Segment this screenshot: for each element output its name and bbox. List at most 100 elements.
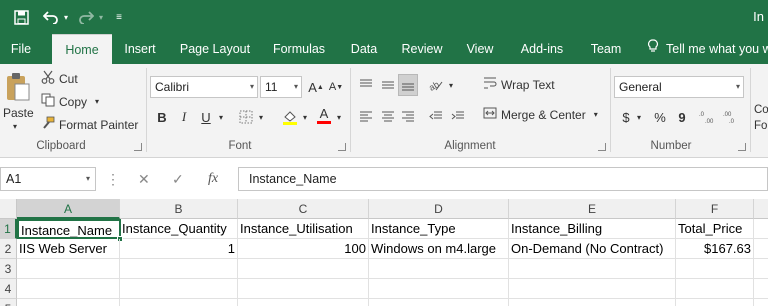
cell-g1[interactable]: [754, 219, 768, 239]
font-size-dropdown[interactable]: 11 ▾: [260, 76, 302, 98]
tab-add-ins[interactable]: Add-ins: [514, 34, 570, 64]
align-middle-icon[interactable]: [378, 74, 398, 96]
merge-center-button[interactable]: Merge & Center ▾: [482, 106, 598, 123]
undo-icon[interactable]: [40, 0, 62, 34]
column-header-d[interactable]: D: [369, 199, 509, 219]
align-left-icon[interactable]: [356, 106, 376, 128]
column-header-c[interactable]: C: [238, 199, 369, 219]
fill-color-dropdown-icon[interactable]: ▾: [300, 106, 310, 128]
grow-font-button[interactable]: A ▲: [306, 76, 326, 98]
align-bottom-icon[interactable]: [398, 74, 418, 96]
cell-c3[interactable]: [238, 259, 369, 279]
redo-icon[interactable]: [76, 0, 96, 34]
cell-b2[interactable]: 1: [120, 239, 238, 259]
copy-button[interactable]: Copy ▾: [40, 93, 99, 110]
undo-dropdown-icon[interactable]: ▾: [61, 0, 71, 34]
increase-decimal-icon[interactable]: .0.00: [698, 106, 718, 128]
cell-f5[interactable]: [676, 299, 754, 306]
tab-team[interactable]: Team: [584, 34, 628, 64]
copy-dropdown-icon[interactable]: ▾: [95, 97, 99, 106]
customize-qat-icon[interactable]: ≡: [112, 0, 126, 34]
cell-f1[interactable]: Total_Price: [676, 219, 754, 239]
column-header-a[interactable]: A: [17, 199, 120, 219]
font-launcher-icon[interactable]: [338, 143, 346, 151]
column-header-e[interactable]: E: [509, 199, 676, 219]
cell-c1[interactable]: Instance_Utilisation: [238, 219, 369, 239]
column-header-b[interactable]: B: [120, 199, 238, 219]
italic-button[interactable]: I: [174, 106, 194, 128]
paste-dropdown-icon[interactable]: ▾: [13, 122, 17, 131]
tab-view[interactable]: View: [462, 34, 498, 64]
cell-d4[interactable]: [369, 279, 509, 299]
number-format-dropdown[interactable]: General ▾: [614, 76, 744, 98]
cell-f4[interactable]: [676, 279, 754, 299]
borders-icon[interactable]: [236, 106, 256, 128]
cell-d3[interactable]: [369, 259, 509, 279]
number-launcher-icon[interactable]: [738, 143, 746, 151]
clipboard-launcher-icon[interactable]: [134, 143, 142, 151]
cell-f3[interactable]: [676, 259, 754, 279]
tab-home[interactable]: Home: [52, 34, 112, 64]
tell-me-box[interactable]: Tell me what you w: [648, 34, 768, 64]
cell-a3[interactable]: [17, 259, 120, 279]
cancel-icon[interactable]: ✕: [138, 167, 150, 191]
cell-c5[interactable]: [238, 299, 369, 306]
cell-g5[interactable]: [754, 299, 768, 306]
clipboard-icon[interactable]: [4, 70, 32, 104]
cell-b5[interactable]: [120, 299, 238, 306]
save-icon[interactable]: [10, 0, 32, 34]
tab-review[interactable]: Review: [398, 34, 446, 64]
cell-g3[interactable]: [754, 259, 768, 279]
cell-e1[interactable]: Instance_Billing: [509, 219, 676, 239]
cell-b4[interactable]: [120, 279, 238, 299]
tab-page-layout[interactable]: Page Layout: [176, 34, 254, 64]
cell-f2[interactable]: $167.63: [676, 239, 754, 259]
comma-style-button[interactable]: 9: [672, 106, 692, 128]
percent-button[interactable]: %: [650, 106, 670, 128]
tab-insert[interactable]: Insert: [118, 34, 162, 64]
align-top-icon[interactable]: [356, 74, 376, 96]
underline-dropdown-icon[interactable]: ▾: [216, 106, 226, 128]
decrease-decimal-icon[interactable]: .00.0: [722, 106, 742, 128]
cell-g2[interactable]: [754, 239, 768, 259]
cell-a1[interactable]: Instance_Name: [17, 219, 121, 239]
row-header-3[interactable]: 3: [0, 259, 17, 279]
font-name-dropdown[interactable]: Calibri ▾: [150, 76, 258, 98]
redo-dropdown-icon[interactable]: ▾: [96, 0, 106, 34]
cell-a2[interactable]: IIS Web Server: [17, 239, 120, 259]
merge-dropdown-icon[interactable]: ▾: [594, 110, 598, 119]
cell-a4[interactable]: [17, 279, 120, 299]
cell-d1[interactable]: Instance_Type: [369, 219, 509, 239]
borders-dropdown-icon[interactable]: ▾: [256, 106, 266, 128]
cell-a5[interactable]: [17, 299, 120, 306]
insert-function-icon[interactable]: fx: [208, 167, 218, 191]
alignment-launcher-icon[interactable]: [598, 143, 606, 151]
paste-button[interactable]: Paste: [3, 106, 34, 120]
conditional-formatting-label-partial[interactable]: Co: [754, 104, 768, 116]
bold-button[interactable]: B: [152, 106, 172, 128]
format-table-label-partial[interactable]: Fo: [754, 120, 767, 132]
cell-c4[interactable]: [238, 279, 369, 299]
column-header-next[interactable]: [754, 199, 768, 219]
name-box[interactable]: A1 ▾: [0, 167, 96, 191]
cell-c2[interactable]: 100: [238, 239, 369, 259]
underline-button[interactable]: U: [196, 106, 216, 128]
cell-g4[interactable]: [754, 279, 768, 299]
row-header-4[interactable]: 4: [0, 279, 17, 299]
font-color-button[interactable]: A: [314, 104, 334, 126]
enter-icon[interactable]: ✓: [172, 167, 184, 191]
column-header-f[interactable]: F: [676, 199, 754, 219]
cell-e5[interactable]: [509, 299, 676, 306]
font-color-dropdown-icon[interactable]: ▾: [334, 106, 344, 128]
currency-button[interactable]: $: [616, 106, 636, 128]
increase-indent-icon[interactable]: [448, 106, 468, 128]
select-all-corner[interactable]: [0, 199, 17, 219]
cut-button[interactable]: Cut: [40, 70, 78, 87]
row-header-2[interactable]: 2: [0, 239, 17, 259]
orientation-icon[interactable]: ab: [426, 74, 446, 96]
cell-b1[interactable]: Instance_Quantity: [120, 219, 238, 239]
cell-e4[interactable]: [509, 279, 676, 299]
decrease-indent-icon[interactable]: [426, 106, 446, 128]
tab-file[interactable]: File: [0, 34, 42, 64]
tab-formulas[interactable]: Formulas: [268, 34, 330, 64]
